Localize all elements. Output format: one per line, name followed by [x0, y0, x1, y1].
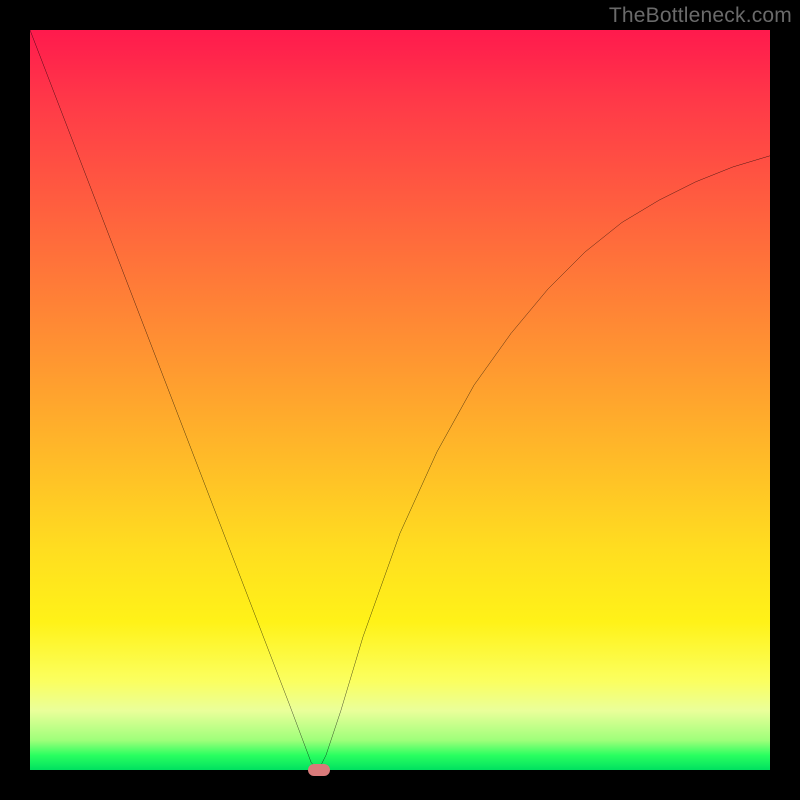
- optimum-marker: [308, 764, 330, 776]
- curve-path: [30, 30, 770, 770]
- chart-frame: TheBottleneck.com: [0, 0, 800, 800]
- bottleneck-curve: [30, 30, 770, 770]
- watermark-text: TheBottleneck.com: [609, 4, 792, 28]
- plot-area: [30, 30, 770, 770]
